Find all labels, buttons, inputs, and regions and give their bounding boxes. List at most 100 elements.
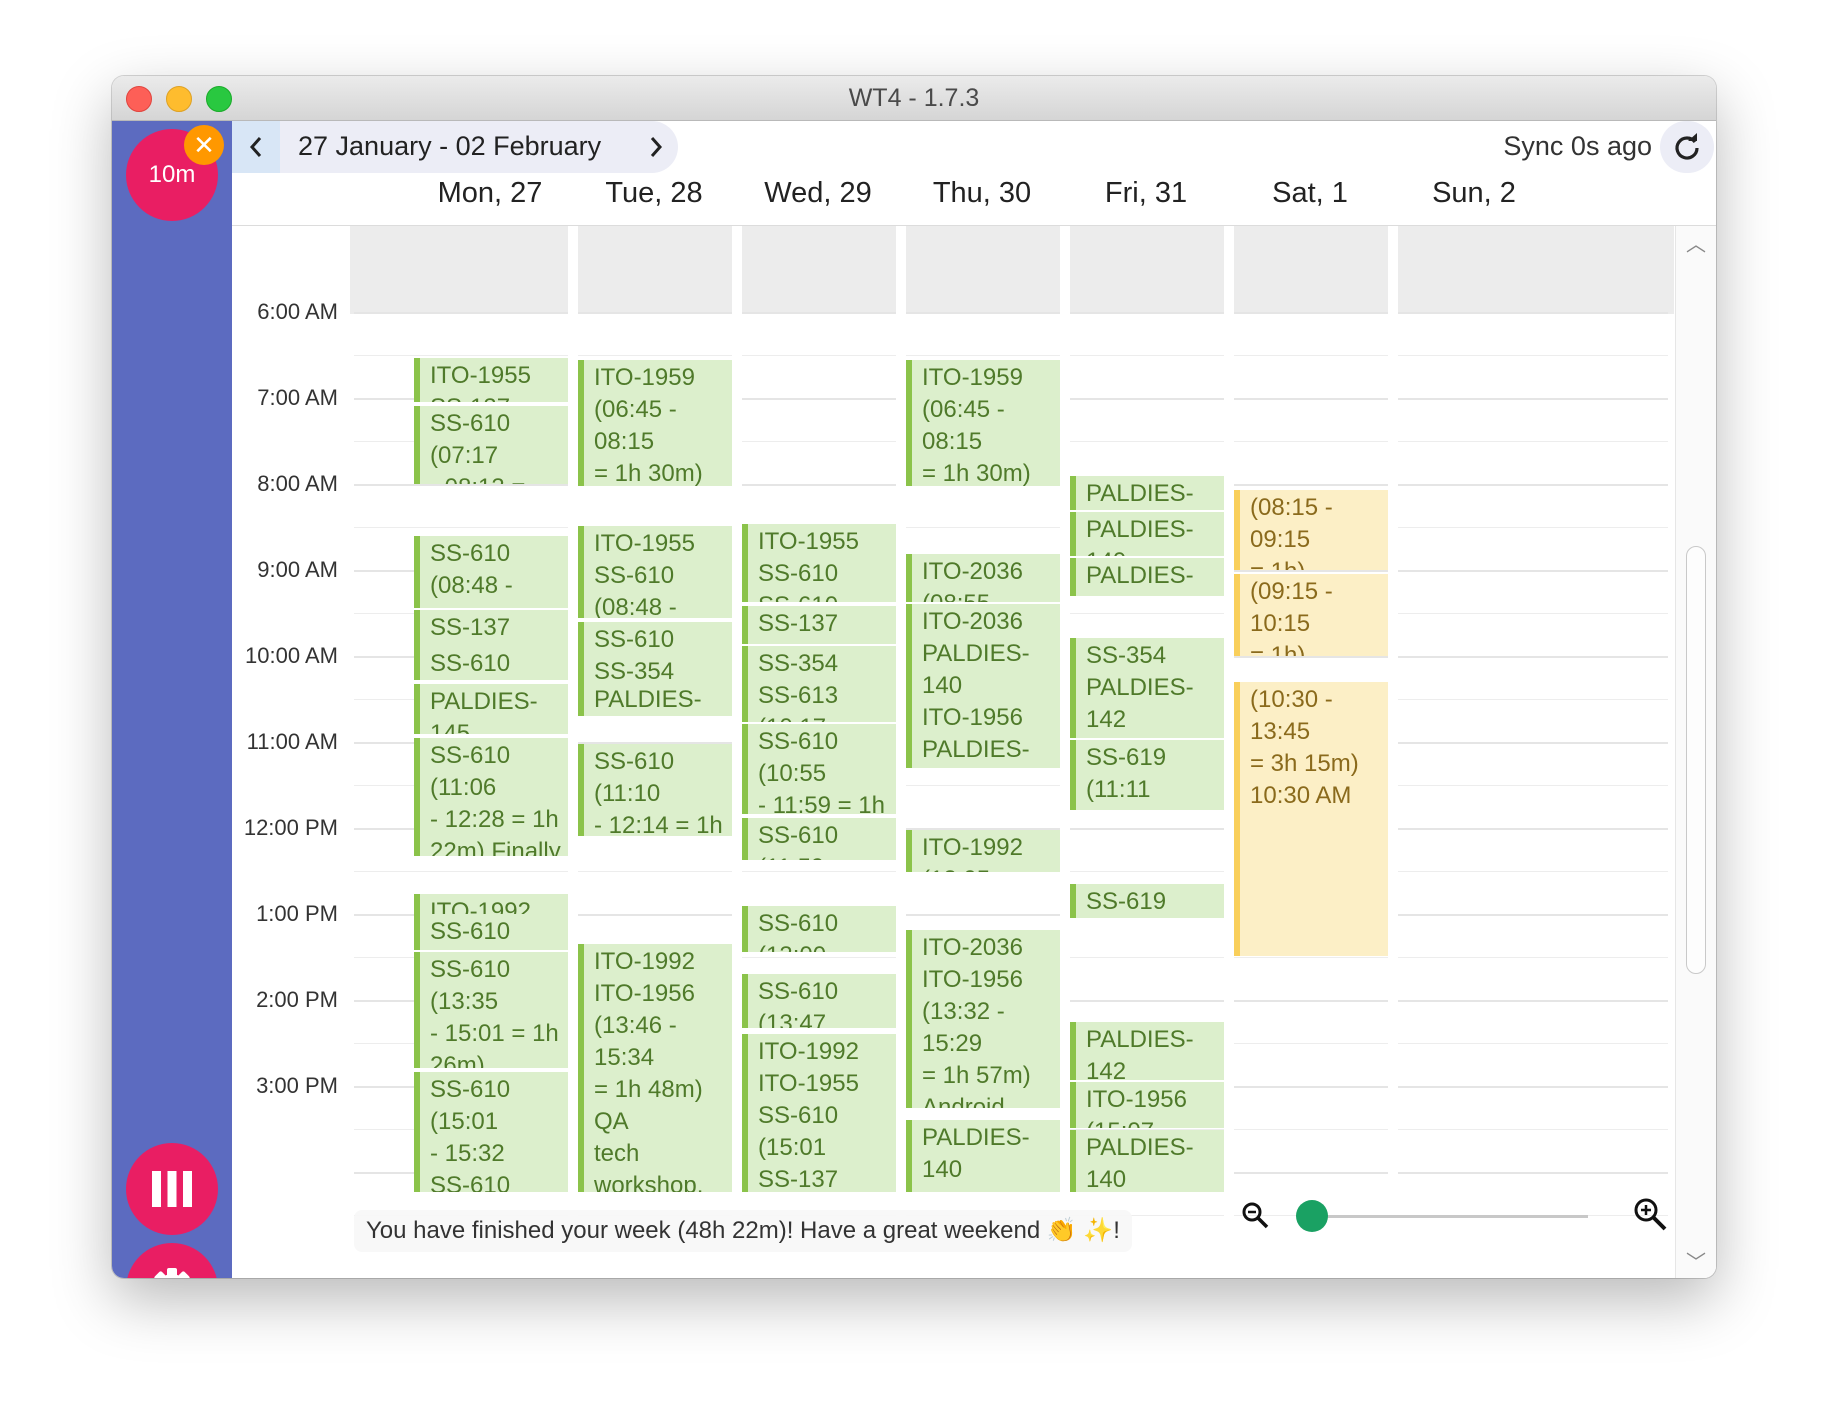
calendar-event[interactable]: SS-610 (11:10 - 12:14 = 1h 4m) Finish up… bbox=[578, 744, 732, 836]
zoom-in-icon[interactable] bbox=[1632, 1196, 1668, 1232]
day-header-sat: Sat, 1 bbox=[1272, 177, 1348, 209]
zoom-out-icon[interactable] bbox=[1240, 1200, 1270, 1230]
chevron-right-icon bbox=[650, 137, 663, 157]
time-label: 2:00 PM bbox=[256, 987, 338, 1012]
sync-status: Sync 0s ago bbox=[1503, 131, 1652, 161]
next-week-button[interactable] bbox=[632, 121, 680, 173]
calendar-event[interactable]: ITO-1955 SS-137 (06:52 bbox=[414, 358, 568, 402]
scrollbar-thumb[interactable] bbox=[1686, 546, 1706, 974]
day-header-tue: Tue, 28 bbox=[605, 177, 703, 209]
calendar-event[interactable]: SS-354 PALDIES-142 PALDIES-143 (10:31 - … bbox=[1070, 638, 1224, 738]
hour-line bbox=[354, 312, 1668, 314]
refresh-icon bbox=[1675, 133, 1699, 160]
calendar-event[interactable]: SS-137 (09:32 DW-345 bbox=[742, 606, 896, 644]
calendar-grid[interactable]: 6:00 AM 7:00 AM 8:00 AM 9:00 AM 10:00 AM… bbox=[232, 226, 1716, 1278]
column-gap bbox=[896, 226, 906, 1278]
calendar-event[interactable]: SS-137 (09:39 SS-610 (09:51 SS-354 bbox=[414, 610, 568, 646]
calendar-event[interactable]: PALDIES-145 (10:29 - 11:06 bbox=[414, 684, 568, 734]
timer-label: 10m bbox=[148, 161, 196, 188]
settings-icon bbox=[154, 1268, 190, 1278]
app-window: WT4 - 1.7.3 10m ✕ 27 January - 02 Februa… bbox=[112, 76, 1716, 1278]
calendar-event[interactable]: PALDIES-142 (09:04 - 09:31 bbox=[1070, 558, 1224, 596]
half-hour-line bbox=[354, 355, 1668, 356]
time-label: 11:00 AM bbox=[246, 729, 338, 754]
time-label: 6:00 AM bbox=[257, 299, 338, 324]
zoom-slider-knob[interactable] bbox=[1296, 1200, 1328, 1232]
calendar-event[interactable]: SS-610 (11:06 - 12:28 = 1h 22m) Finally … bbox=[414, 738, 568, 856]
time-label: 12:00 PM bbox=[243, 815, 338, 840]
calendar-event[interactable]: ITO-1992 (12:05 - 12:38 bbox=[906, 830, 1060, 872]
calendar-event[interactable]: SS-610 (13:47 - 14:30 = bbox=[742, 974, 896, 1028]
calendar-event[interactable]: SS-610 (08:48 - 09:39 = 51m) bbox=[414, 536, 568, 608]
date-range-selector: 27 January - 02 February bbox=[232, 121, 678, 173]
calendar-event[interactable]: SS-619 (11:11 - 12:03 = 52m) bbox=[1070, 740, 1224, 810]
chevron-down-icon[interactable]: ﹀ bbox=[1686, 1246, 1706, 1275]
sidebar: 10m ✕ bbox=[112, 121, 232, 1278]
calendar-event[interactable]: PALDIES-140 bbox=[906, 1120, 1060, 1192]
title-bar: WT4 - 1.7.3 bbox=[112, 76, 1716, 121]
week-finished-toast: You have finished your week (48h 22m)! H… bbox=[354, 1210, 1132, 1252]
day-header-mon: Mon, 27 bbox=[437, 177, 543, 209]
calendar-event[interactable]: ITO-2036 PALDIES-140 ITO-1956 PALDIES-14… bbox=[906, 604, 1060, 768]
calendar-event[interactable]: PALDIES-140 bbox=[1070, 1130, 1224, 1192]
column-gap bbox=[732, 226, 742, 1278]
early-hours-band bbox=[350, 226, 1674, 314]
zoom-slider-track[interactable] bbox=[1310, 1215, 1588, 1218]
calendar-event[interactable]: SS-610 SS-354 (10:01 SS-610 (10:20 bbox=[578, 622, 732, 682]
calendar-event[interactable]: ITO-1956 (15:07 - 15:39 bbox=[1070, 1082, 1224, 1128]
chevron-up-icon[interactable]: ︿ bbox=[1686, 228, 1706, 257]
calendar-event[interactable]: ITO-2036 (08:55 - bbox=[906, 554, 1060, 602]
calendar-event[interactable]: SS-610 (13:15 bbox=[414, 914, 568, 950]
calendar-event[interactable]: ITO-2036 ITO-1956 (13:32 - 15:29 = 1h 57… bbox=[906, 930, 1060, 1108]
calendar-event[interactable]: SS-619 (12:49 bbox=[1070, 884, 1224, 918]
time-label: 7:00 AM bbox=[257, 385, 338, 410]
calendar-event[interactable]: (09:15 - 10:15 = 1h) bbox=[1234, 574, 1388, 656]
time-label: 10:00 AM bbox=[245, 643, 338, 668]
calendar-event[interactable]: SS-610 (10:06 bbox=[414, 646, 568, 680]
time-label: 1:00 PM bbox=[256, 901, 338, 926]
pause-button[interactable] bbox=[126, 1143, 218, 1235]
window-title: WT4 - 1.7.3 bbox=[848, 84, 980, 112]
calendar-event[interactable]: PALDIES-140 (08:32 - bbox=[1070, 512, 1224, 556]
day-header-thu: Thu, 30 bbox=[932, 177, 1032, 209]
calendar-event[interactable]: ITO-1955 SS-610 (08:48 - 09:46 = 58m) bbox=[578, 526, 732, 618]
day-header-sun: Sun, 2 bbox=[1432, 177, 1516, 209]
column-gap bbox=[1224, 226, 1234, 1278]
calendar-event[interactable]: SS-610 (13:35 - 15:01 = 1h 26m) Mapping … bbox=[414, 952, 568, 1068]
calendar-event[interactable]: ITO-1992 ITO-1955 SS-610 (15:01 SS-137 (… bbox=[742, 1034, 896, 1192]
zoom-control bbox=[1240, 1186, 1680, 1246]
vertical-scrollbar[interactable]: ︿ ﹀ bbox=[1675, 226, 1716, 1278]
calendar-event[interactable]: PALDIES-140 bbox=[1070, 476, 1224, 510]
time-label: 8:00 AM bbox=[257, 471, 338, 496]
pause-icon bbox=[152, 1171, 192, 1207]
calendar-event[interactable]: SS-610 (13:00 - 13:37 = bbox=[742, 906, 896, 952]
calendar-header: 27 January - 02 February Sync 0s ago Mon… bbox=[232, 121, 1716, 226]
calendar-event[interactable]: SS-610 (11:59 - 12:33 = bbox=[742, 818, 896, 860]
close-icon[interactable]: ✕ bbox=[184, 125, 224, 165]
time-label: 3:00 PM bbox=[256, 1073, 338, 1098]
settings-button[interactable] bbox=[126, 1243, 218, 1278]
calendar-event[interactable]: SS-610 (15:01 - 15:32 SS-610 (15:32 bbox=[414, 1072, 568, 1192]
day-header-wed: Wed, 29 bbox=[764, 177, 872, 209]
calendar-event[interactable]: ITO-1959 (06:45 - 08:15 = 1h 30m) Trip t… bbox=[906, 360, 1060, 486]
day-header-fri: Fri, 31 bbox=[1104, 177, 1188, 209]
date-range-label: 27 January - 02 February bbox=[298, 131, 602, 161]
time-label: 9:00 AM bbox=[257, 557, 338, 582]
calendar-event[interactable]: ITO-1992 ITO-1956 (13:46 - 15:34 = 1h 48… bbox=[578, 944, 732, 1192]
previous-week-button[interactable] bbox=[232, 121, 280, 173]
calendar-event[interactable]: PALDIES-143 bbox=[578, 682, 732, 716]
half-hour-line bbox=[354, 527, 1668, 528]
calendar-event[interactable]: SS-610 (10:55 - 11:59 = 1h 4m) Add more … bbox=[742, 724, 896, 814]
column-gap bbox=[568, 226, 578, 1278]
calendar-event[interactable]: PALDIES-142 PALDIES-142 bbox=[1070, 1022, 1224, 1080]
column-gap bbox=[1060, 226, 1070, 1278]
calendar-event[interactable]: (10:30 - 13:45 = 3h 15m) 10:30 AM bbox=[1234, 682, 1388, 956]
column-gap bbox=[1388, 226, 1398, 1278]
calendar-event[interactable]: (08:15 - 09:15 = 1h) bbox=[1234, 490, 1388, 570]
calendar-event[interactable]: SS-354 SS-613 (10:17 - 10:55 = bbox=[742, 646, 896, 722]
calendar-event[interactable]: SS-610 (07:17 - 08:13 = 56m) bbox=[414, 406, 568, 484]
calendar-event[interactable]: ITO-1959 (06:45 - 08:15 = 1h 30m) Trip t… bbox=[578, 360, 732, 486]
chevron-left-icon bbox=[249, 137, 262, 157]
calendar-event[interactable]: ITO-1955 SS-610 SS-610 (09:02 bbox=[742, 524, 896, 602]
refresh-button[interactable] bbox=[1660, 121, 1714, 173]
